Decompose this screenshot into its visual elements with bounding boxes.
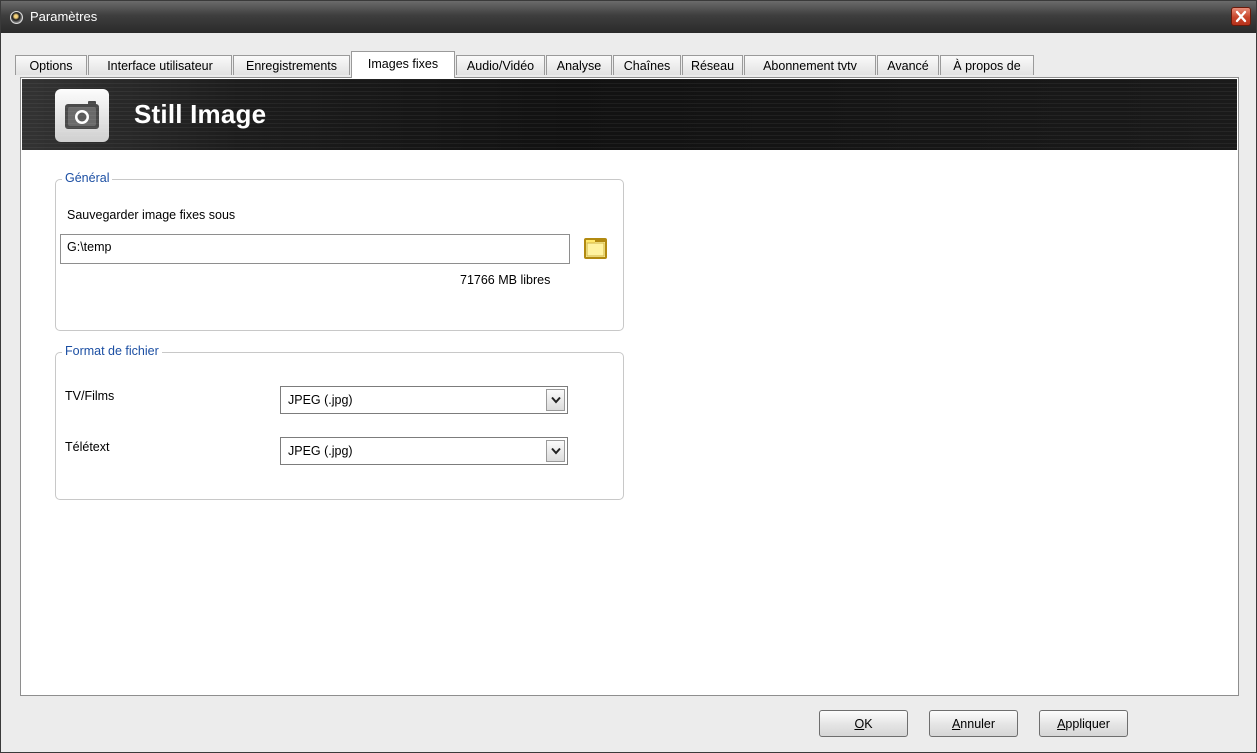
file-format-group: Format de fichier TV/Films JPEG (.jpg) T…	[55, 344, 624, 500]
cancel-button-label: nnuler	[960, 717, 996, 731]
apply-button-label: ppliquer	[1065, 717, 1110, 731]
teletext-format-select[interactable]: JPEG (.jpg)	[280, 437, 568, 465]
teletext-format-value: JPEG (.jpg)	[288, 444, 353, 458]
tab-avance[interactable]: Avancé	[877, 55, 939, 75]
banner-title: Still Image	[134, 99, 267, 129]
tab-analyse[interactable]: Analyse	[546, 55, 612, 75]
general-group: Général Sauvegarder image fixes sous G:\…	[55, 171, 624, 331]
tab-chaines[interactable]: Chaînes	[613, 55, 681, 75]
cancel-button[interactable]: Annuler	[929, 710, 1018, 737]
ok-button[interactable]: OK	[819, 710, 908, 737]
close-button[interactable]	[1231, 7, 1251, 26]
apply-button[interactable]: Appliquer	[1039, 710, 1128, 737]
tab-options[interactable]: Options	[15, 55, 87, 75]
save-path-input[interactable]: G:\temp	[60, 234, 570, 264]
close-icon	[1235, 10, 1247, 23]
tab-reseau[interactable]: Réseau	[682, 55, 743, 75]
chevron-down-icon	[551, 447, 561, 455]
teletext-dropdown-button[interactable]	[546, 440, 565, 462]
camera-icon	[55, 89, 109, 142]
title-bar[interactable]: Paramètres	[1, 1, 1256, 33]
tab-audio-video[interactable]: Audio/Vidéo	[456, 55, 545, 75]
app-icon	[10, 11, 23, 24]
window-title: Paramètres	[30, 9, 98, 24]
settings-window: Paramètres Options Interface utilisateur…	[0, 0, 1257, 753]
general-legend: Général	[62, 171, 113, 185]
tv-films-label: TV/Films	[65, 389, 115, 403]
tab-interface-utilisateur[interactable]: Interface utilisateur	[88, 55, 232, 75]
tv-films-format-select[interactable]: JPEG (.jpg)	[280, 386, 568, 414]
file-format-legend: Format de fichier	[62, 344, 162, 358]
section-banner: Still Image	[22, 79, 1237, 150]
browse-folder-button[interactable]	[582, 235, 609, 262]
chevron-down-icon	[551, 396, 561, 404]
tab-abonnement-tvtv[interactable]: Abonnement tvtv	[744, 55, 876, 75]
folder-icon	[584, 238, 607, 259]
ok-button-label: K	[864, 717, 873, 731]
ok-button-accel: O	[854, 717, 865, 731]
teletext-label: Télétext	[65, 440, 110, 454]
save-location-label: Sauvegarder image fixes sous	[67, 208, 236, 222]
tab-enregistrements[interactable]: Enregistrements	[233, 55, 350, 75]
tab-panel: Still Image Général Sauvegarder image fi…	[20, 77, 1239, 696]
tab-images-fixes[interactable]: Images fixes	[351, 51, 455, 78]
tv-films-format-value: JPEG (.jpg)	[288, 393, 353, 407]
tab-a-propos-de[interactable]: À propos de	[940, 55, 1034, 75]
free-space-label: 71766 MB libres	[460, 273, 551, 287]
tv-films-dropdown-button[interactable]	[546, 389, 565, 411]
